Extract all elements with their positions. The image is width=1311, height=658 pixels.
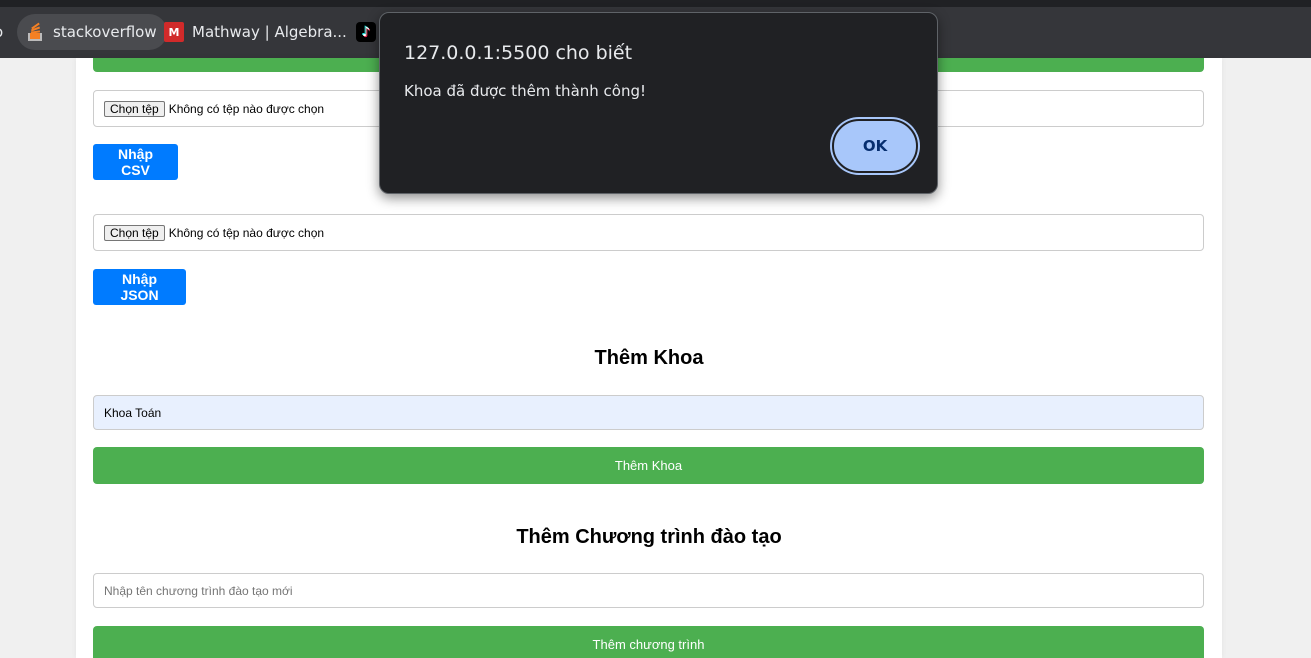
add-department-button[interactable]: Thêm Khoa bbox=[93, 447, 1204, 484]
import-json-button[interactable]: Nhập JSON bbox=[93, 269, 186, 305]
add-department-heading: Thêm Khoa bbox=[594, 347, 704, 369]
import-csv-button[interactable]: Nhập CSV bbox=[93, 144, 178, 180]
mathway-icon: M bbox=[164, 22, 184, 42]
tiktok-icon: ♪ bbox=[356, 22, 376, 42]
alert-ok-button[interactable]: OK bbox=[832, 119, 918, 173]
bookmark-mathway[interactable]: M Mathway | Algebra... bbox=[162, 14, 355, 50]
csv-file-status: Không có tệp nào được chọn bbox=[168, 101, 325, 116]
program-name-input[interactable] bbox=[93, 573, 1204, 608]
csv-choose-file-button[interactable]: Chọn tệp bbox=[104, 100, 165, 117]
json-choose-file-button[interactable]: Chọn tệp bbox=[104, 224, 165, 241]
department-name-input[interactable] bbox=[93, 395, 1204, 430]
alert-dialog: 127.0.0.1:5500 cho biết Khoa đã được thê… bbox=[379, 12, 938, 194]
bookmark-partial-label: o bbox=[0, 23, 3, 41]
bookmark-label: Mathway | Algebra... bbox=[192, 23, 347, 41]
bookmark-stackoverflow[interactable]: stackoverflow bbox=[17, 14, 167, 50]
json-file-status: Không có tệp nào được chọn bbox=[168, 225, 325, 240]
add-program-heading: Thêm Chương trình đào tạo bbox=[516, 526, 782, 548]
bookmark-label: stackoverflow bbox=[53, 23, 157, 41]
bookmark-partial[interactable]: o bbox=[0, 14, 8, 50]
alert-message: Khoa đã được thêm thành công! bbox=[404, 82, 647, 100]
stackoverflow-icon bbox=[25, 22, 45, 42]
add-program-button[interactable]: Thêm chương trình bbox=[93, 626, 1204, 658]
alert-title: 127.0.0.1:5500 cho biết bbox=[404, 42, 633, 64]
browser-top-bar bbox=[0, 0, 1311, 7]
json-file-input[interactable]: Chọn tệp Không có tệp nào được chọn bbox=[93, 214, 1204, 251]
